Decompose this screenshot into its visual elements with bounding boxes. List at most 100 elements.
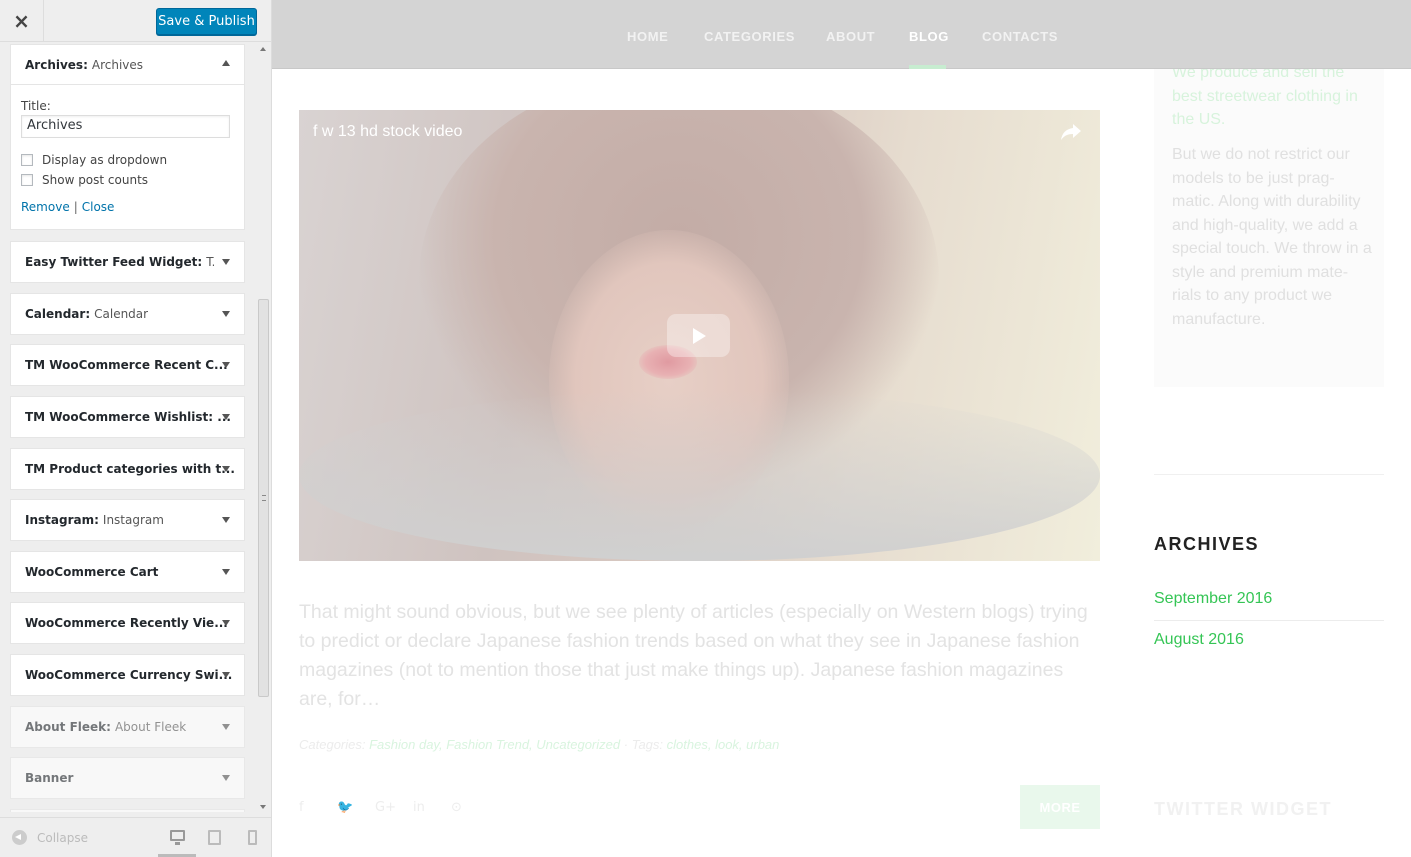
widget-partial[interactable] <box>10 809 245 812</box>
share-icon[interactable] <box>1060 123 1082 141</box>
save-publish-button[interactable]: Save & Publish <box>156 8 257 35</box>
widget-header[interactable]: TM WooCommerce Wishlist: ... <box>11 397 244 437</box>
chevron-down-icon[interactable] <box>222 724 230 730</box>
mobile-preview-icon[interactable] <box>248 830 257 845</box>
desktop-preview-icon[interactable] <box>170 830 185 845</box>
collapse-arrow-icon <box>12 830 27 845</box>
widget-header[interactable]: WooCommerce Currency Swi... <box>11 655 244 695</box>
chevron-down-icon[interactable] <box>222 775 230 781</box>
actions-separator: | <box>73 200 78 214</box>
chevron-down-icon[interactable] <box>222 620 230 626</box>
widget-actions: Remove | Close <box>21 200 234 214</box>
dropdown-checkbox-label: Display as dropdown <box>42 153 168 167</box>
widget-header[interactable]: TM Product categories with t... <box>11 449 244 489</box>
archives-heading: ARCHIVES <box>1154 534 1260 554</box>
post-counts-checkbox[interactable] <box>21 174 33 186</box>
meta-dot: · <box>623 737 629 752</box>
nav-home[interactable]: HOME <box>627 29 668 44</box>
sidebar-scrollbar[interactable] <box>257 42 270 815</box>
widget-calendar[interactable]: Calendar: Calendar <box>10 293 245 335</box>
widget-name: TM Product categories with t... <box>25 462 235 476</box>
widget-header[interactable]: Banner <box>11 758 244 798</box>
video-title[interactable]: f w 13 hd stock video <box>313 123 462 141</box>
widget-about-fleek[interactable]: About Fleek: About Fleek <box>10 706 245 748</box>
facebook-icon[interactable]: f <box>299 800 337 815</box>
site-preview: HOME CATEGORIES ABOUT BLOG CONTACTS We p… <box>272 0 1411 857</box>
widget-instagram[interactable]: Instagram: Instagram <box>10 499 245 541</box>
dropdown-option[interactable]: Display as dropdown <box>21 153 234 167</box>
archive-divider <box>1154 620 1384 621</box>
title-input[interactable]: Archives <box>21 115 230 138</box>
widget-subtitle: About Fleek <box>114 720 187 734</box>
widget-header[interactable]: WooCommerce Recently Vie... <box>11 603 244 643</box>
widget-header[interactable]: Easy Twitter Feed Widget: Tw... <box>11 242 244 282</box>
post-meta: Categories: Fashion day, Fashion Trend, … <box>299 737 779 752</box>
twitter-icon[interactable]: 🐦 <box>337 800 375 815</box>
collapse-button[interactable]: Collapse <box>12 830 88 845</box>
archive-link-august[interactable]: August 2016 <box>1154 631 1244 649</box>
close-icon[interactable]: × <box>0 0 44 42</box>
scroll-up-arrow-icon[interactable] <box>260 47 266 51</box>
widget-woocommerce-recently-viewed[interactable]: WooCommerce Recently Vie... <box>10 602 245 644</box>
close-link[interactable]: Close <box>82 200 115 214</box>
chevron-down-icon[interactable] <box>222 362 230 368</box>
nav-categories[interactable]: CATEGORIES <box>704 29 795 44</box>
dropdown-checkbox[interactable] <box>21 154 33 166</box>
scrollbar-thumb[interactable] <box>258 299 269 697</box>
scroll-down-arrow-icon[interactable] <box>260 805 266 809</box>
widget-header[interactable]: Instagram: Instagram <box>11 500 244 540</box>
widget-subtitle: Calendar <box>94 307 149 321</box>
nav-about[interactable]: ABOUT <box>826 29 875 44</box>
widget-list: Archives: Archives Title: Archives Displ… <box>10 44 245 812</box>
widget-header[interactable]: WooCommerce Cart <box>11 552 244 592</box>
categories-links[interactable]: Fashion day, Fashion Trend, Uncategorize… <box>369 737 620 752</box>
nav-contacts[interactable]: CONTACTS <box>982 29 1058 44</box>
widget-tm-wishlist[interactable]: TM WooCommerce Wishlist: ... <box>10 396 245 438</box>
chevron-down-icon[interactable] <box>222 259 230 265</box>
tags-links[interactable]: clothes, look, urban <box>667 737 780 752</box>
remove-link[interactable]: Remove <box>21 200 70 214</box>
google-plus-icon[interactable]: G+ <box>375 800 413 815</box>
customizer-sidebar: × Save & Publish Archives: Archives Titl… <box>0 0 272 857</box>
tags-label: Tags: <box>631 737 664 752</box>
chevron-down-icon[interactable] <box>222 569 230 575</box>
collapse-label: Collapse <box>37 830 88 845</box>
more-button[interactable]: MORE <box>1020 785 1100 829</box>
widget-banner[interactable]: Banner <box>10 757 245 799</box>
widget-easy-twitter-feed[interactable]: Easy Twitter Feed Widget: Tw... <box>10 241 245 283</box>
widget-tm-product-categories[interactable]: TM Product categories with t... <box>10 448 245 490</box>
widget-name: Instagram: <box>25 513 99 527</box>
chevron-down-icon[interactable] <box>222 311 230 317</box>
chevron-up-icon[interactable] <box>222 60 230 66</box>
play-icon[interactable] <box>667 314 730 357</box>
chevron-down-icon[interactable] <box>222 466 230 472</box>
widget-woocommerce-cart[interactable]: WooCommerce Cart <box>10 551 245 593</box>
nav-blog[interactable]: BLOG <box>909 29 949 44</box>
widget-name: WooCommerce Currency Swi... <box>25 668 233 682</box>
linkedin-icon[interactable]: in <box>413 800 451 815</box>
widget-header[interactable]: About Fleek: About Fleek <box>11 707 244 747</box>
main-nav: HOME CATEGORIES ABOUT BLOG CONTACTS <box>272 0 1411 69</box>
chevron-down-icon[interactable] <box>222 517 230 523</box>
widget-header[interactable]: TM WooCommerce Recent C... <box>11 345 244 385</box>
archive-link-september[interactable]: September 2016 <box>1154 590 1272 608</box>
tablet-preview-icon[interactable] <box>208 830 221 845</box>
sidebar-divider <box>1154 474 1384 475</box>
chevron-down-icon[interactable] <box>222 414 230 420</box>
post-counts-option[interactable]: Show post counts <box>21 173 234 187</box>
categories-label: Categories: <box>299 737 366 752</box>
video-player[interactable]: f w 13 hd stock video <box>299 110 1100 561</box>
pinterest-icon[interactable]: ⊙ <box>451 800 489 815</box>
widget-header[interactable] <box>11 810 244 812</box>
widget-name: Banner <box>25 771 74 785</box>
twitter-widget-heading: TWITTER WIDGET <box>1154 799 1332 819</box>
widget-name: WooCommerce Cart <box>25 565 159 579</box>
widget-name: Easy Twitter Feed Widget: <box>25 255 203 269</box>
post-counts-checkbox-label: Show post counts <box>42 173 149 187</box>
widget-tm-recent[interactable]: TM WooCommerce Recent C... <box>10 344 245 386</box>
widget-woocommerce-currency-switcher[interactable]: WooCommerce Currency Swi... <box>10 654 245 696</box>
widget-name: WooCommerce Recently Vie... <box>25 616 228 630</box>
chevron-down-icon[interactable] <box>222 672 230 678</box>
widget-header[interactable]: Calendar: Calendar <box>11 294 244 334</box>
widget-archives-header[interactable]: Archives: Archives <box>11 45 244 85</box>
